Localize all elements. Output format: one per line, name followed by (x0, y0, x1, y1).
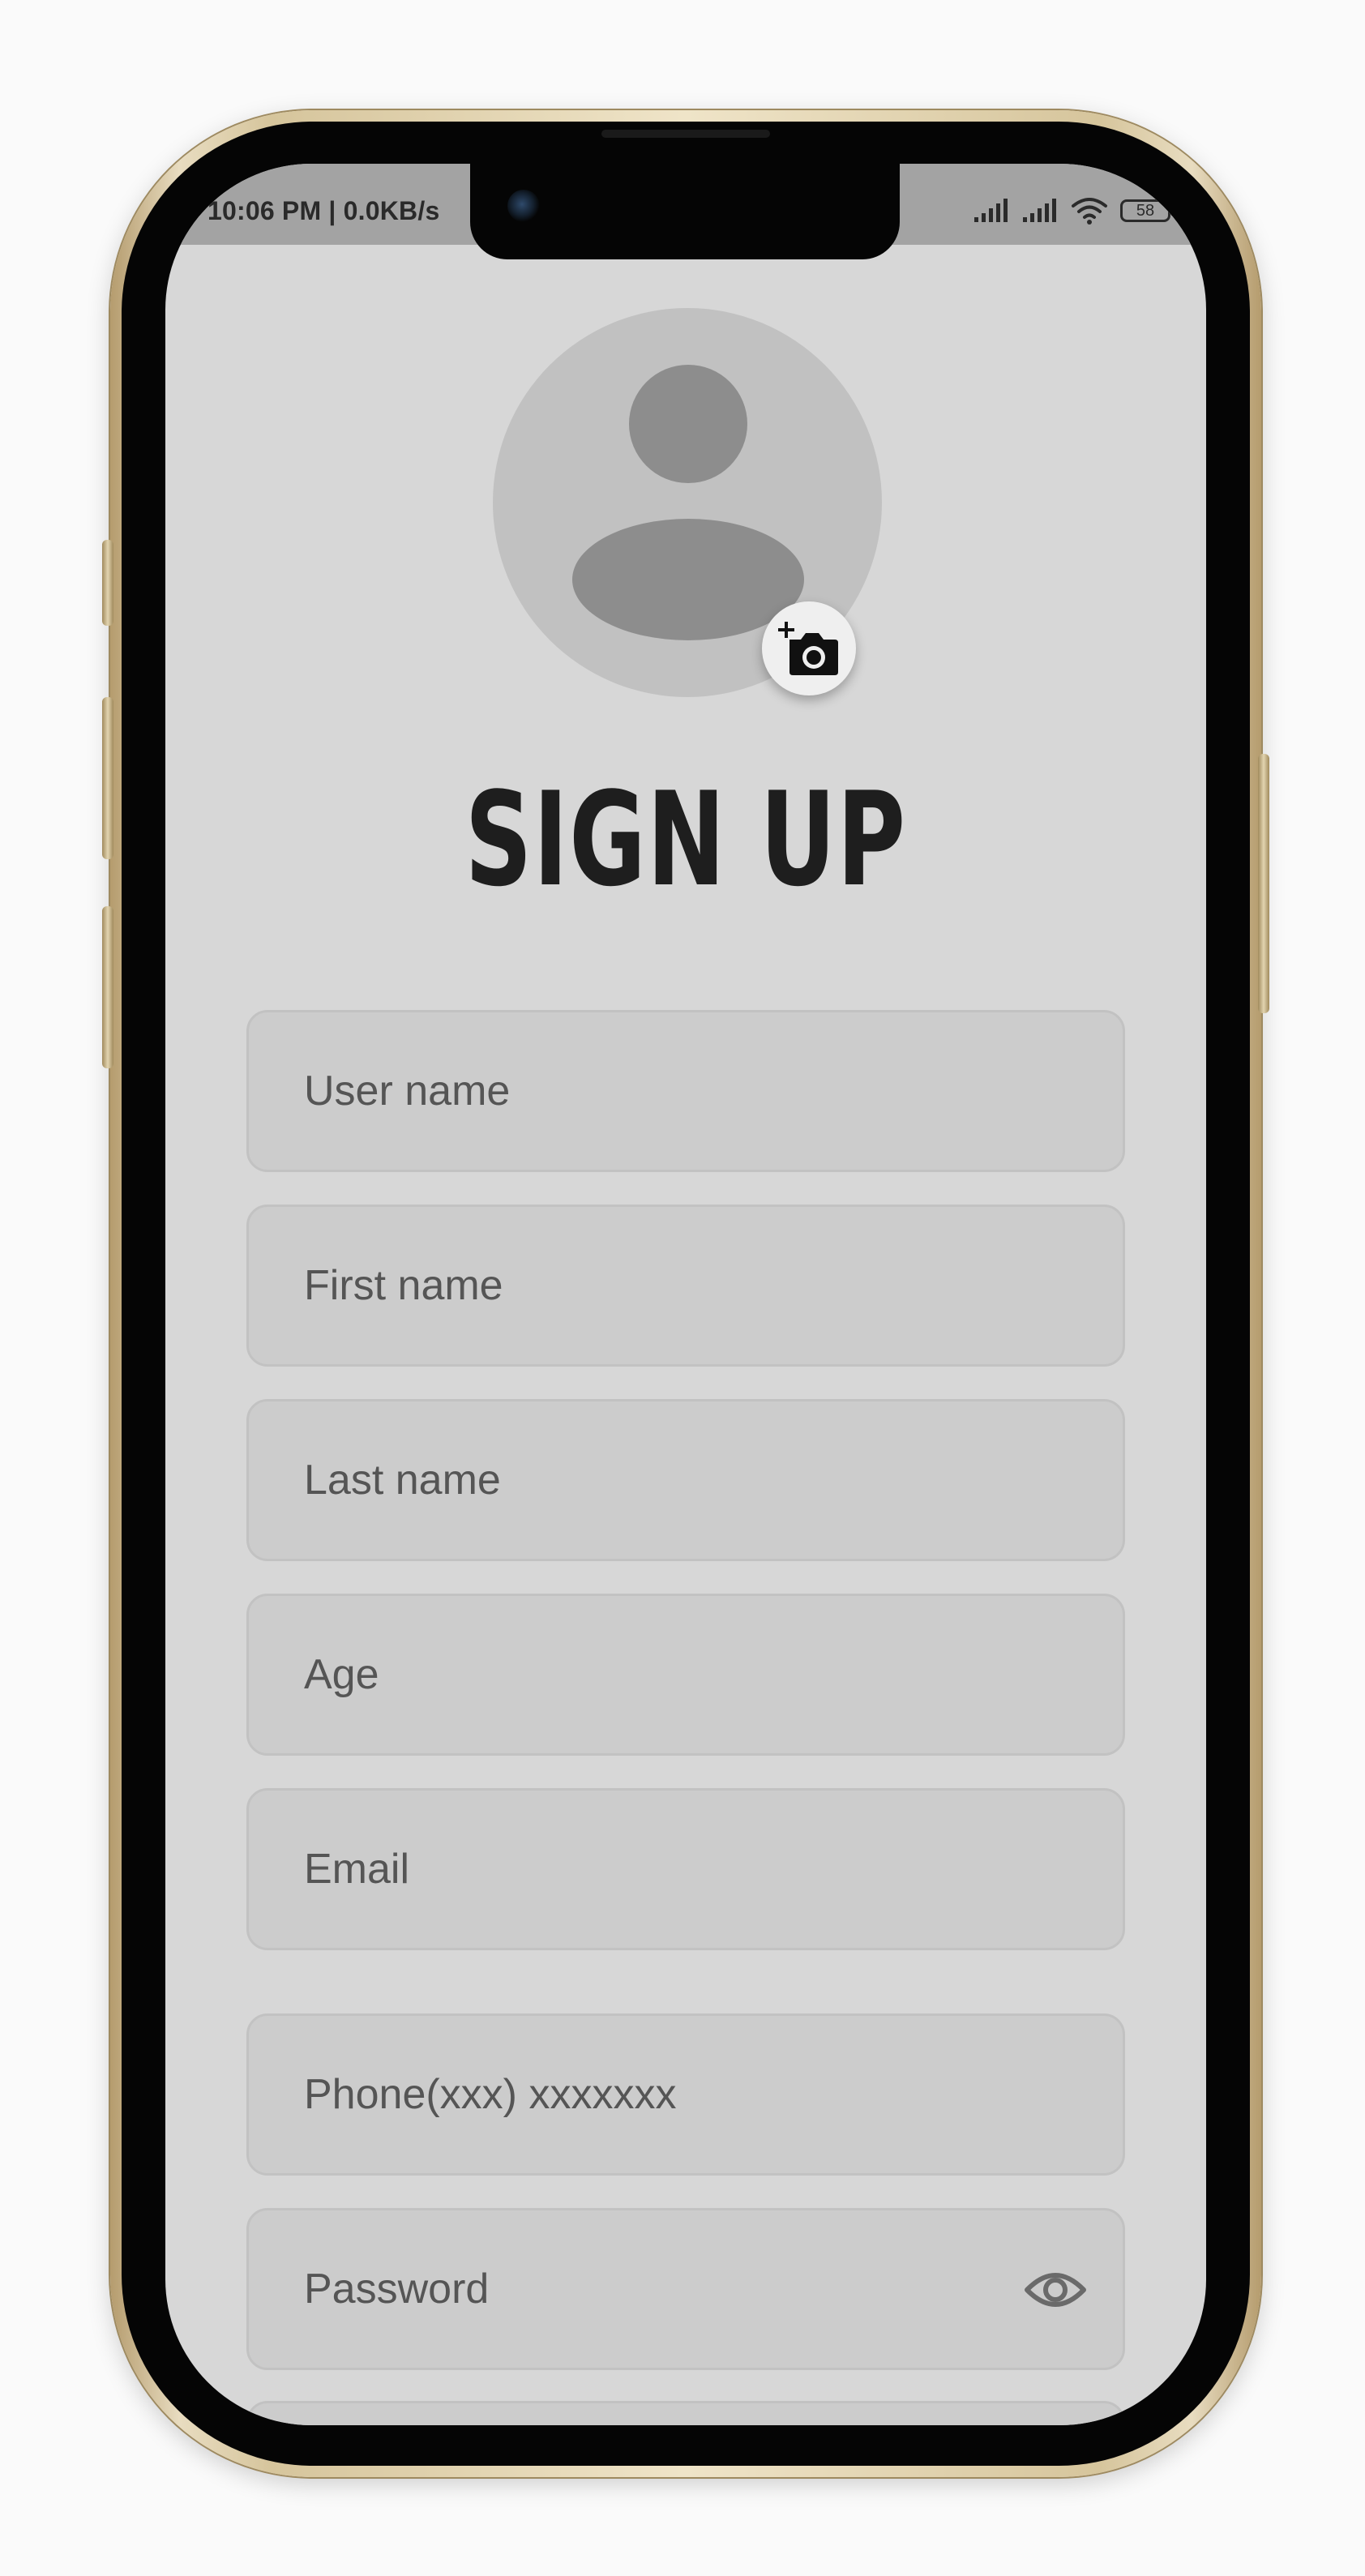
email-field[interactable]: Email (246, 1788, 1125, 1950)
app-screen: 10:06 PM | 0.0KB/s 58 SIGN UP User name … (165, 164, 1206, 2425)
first-name-placeholder: First name (304, 1262, 503, 1309)
username-placeholder: User name (304, 1068, 511, 1115)
page-title: SIGN UP (464, 764, 907, 915)
front-camera-lens (507, 190, 540, 222)
signal-icon (974, 199, 1008, 222)
eye-icon[interactable] (1024, 2266, 1087, 2314)
password-placeholder: Password (304, 2266, 490, 2313)
phone-silent-switch (102, 540, 113, 626)
next-field-partial[interactable] (246, 2401, 1125, 2425)
add-photo-camera-icon (778, 622, 838, 675)
phone-volume-up-button (102, 697, 113, 859)
first-name-field[interactable]: First name (246, 1205, 1125, 1367)
phone-field[interactable]: Phone(xxx) xxxxxxx (246, 2013, 1125, 2176)
phone-speaker (601, 130, 770, 138)
age-placeholder: Age (304, 1651, 379, 1698)
phone-placeholder: Phone(xxx) xxxxxxx (304, 2071, 677, 2118)
phone-power-button (1258, 754, 1269, 1013)
password-field[interactable]: Password (246, 2208, 1125, 2370)
battery-icon: 58 (1120, 199, 1175, 222)
battery-level: 58 (1136, 201, 1155, 220)
email-placeholder: Email (304, 1846, 410, 1893)
signal-icon (1023, 199, 1056, 222)
phone-volume-down-button (102, 906, 113, 1068)
status-icons: 58 (973, 196, 1175, 225)
wifi-icon (1072, 198, 1107, 225)
age-field[interactable]: Age (246, 1594, 1125, 1756)
last-name-placeholder: Last name (304, 1457, 501, 1504)
username-field[interactable]: User name (246, 1010, 1125, 1172)
add-photo-button[interactable] (762, 601, 856, 695)
avatar-head-shape (629, 365, 747, 483)
last-name-field[interactable]: Last name (246, 1399, 1125, 1561)
status-time: 10:06 PM | 0.0KB/s (208, 196, 440, 225)
